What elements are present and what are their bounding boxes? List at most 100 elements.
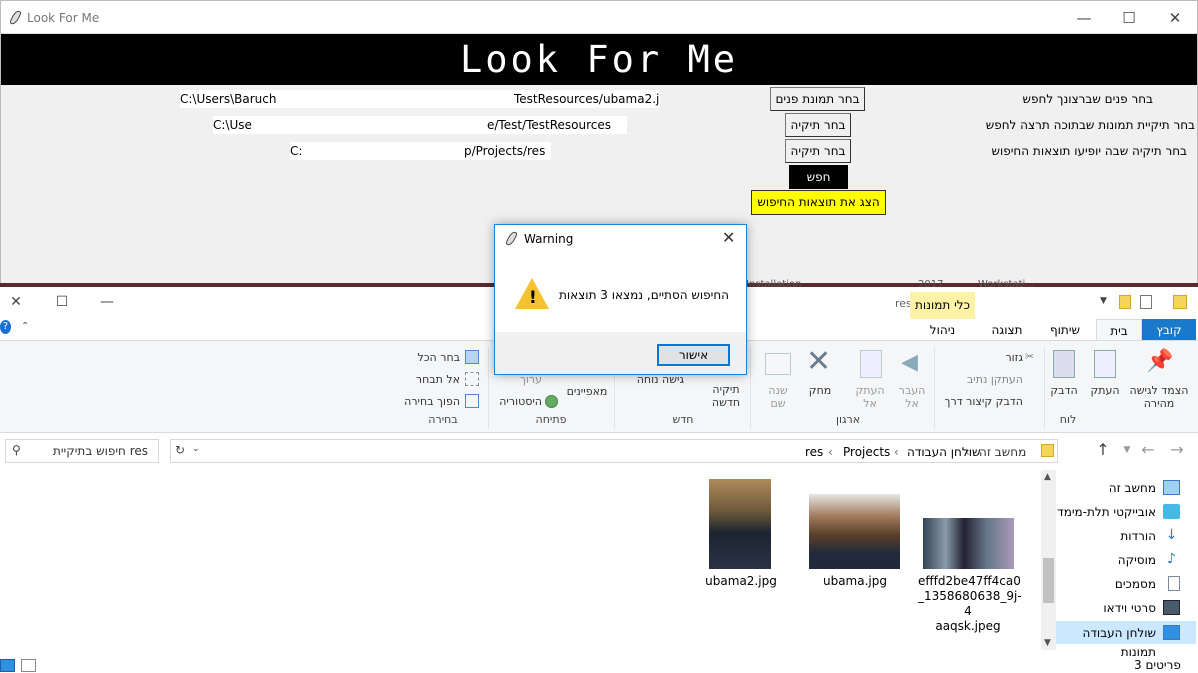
path-end: e/Test/TestResources [487, 118, 612, 132]
rename-icon[interactable] [765, 353, 791, 375]
select-all-button[interactable]: בחר הכל [410, 351, 460, 364]
paste-button[interactable]: הדבק [1048, 384, 1080, 397]
file-name[interactable]: ubama.jpg [812, 574, 898, 589]
breadcrumb-projects[interactable]: Projects [843, 445, 890, 459]
choose-face-button[interactable]: בחר תמונת פנים [770, 87, 865, 111]
copy-button[interactable]: העתק [1088, 384, 1122, 397]
dialog-close-button[interactable]: ✕ [722, 228, 735, 247]
refresh-icon[interactable]: ↻ [175, 443, 185, 457]
status-bar: 3 פריטים [0, 658, 1198, 673]
choose-results-folder-label: בחר תיקיה שבה יופיעו תוצאות החיפוש [991, 144, 1187, 158]
nav-this-pc[interactable]: מחשב זה [1109, 477, 1180, 499]
nav-desktop[interactable]: שולחן העבודה [1083, 622, 1180, 644]
collapse-ribbon-icon[interactable]: ⌃ [21, 321, 29, 332]
back-button[interactable]: → [1166, 437, 1188, 463]
cube-icon [1163, 504, 1180, 519]
help-icon[interactable]: ? [0, 320, 11, 334]
chevron-down-icon[interactable]: ⌄ [192, 444, 200, 454]
nav-music[interactable]: מוסיקה ♪ [1118, 549, 1176, 571]
copy-to-button[interactable]: העתק אל [853, 384, 887, 410]
close-button[interactable]: ✕ [4, 291, 28, 313]
breadcrumb-res[interactable]: res [805, 445, 823, 459]
tab-view[interactable]: תצוגה [980, 319, 1034, 341]
select-group-label: בחירה [428, 413, 458, 426]
properties-icon[interactable] [1140, 295, 1152, 309]
tab-manage[interactable]: ניהול [915, 319, 970, 341]
tab-share[interactable]: שיתוף [1040, 319, 1090, 341]
select-none-icon [465, 372, 479, 386]
scrollbar-thumb[interactable] [1043, 558, 1054, 603]
nav-downloads[interactable]: הורדות ↓ [1120, 525, 1177, 547]
choose-face-label: בחר פנים שברצונך לחפש [1022, 92, 1153, 106]
minimize-button[interactable]: — [1072, 7, 1096, 29]
file-name[interactable]: ubama2.jpg [700, 574, 782, 589]
delete-icon[interactable]: ✕ [806, 347, 834, 377]
nav-scrollbar[interactable]: ▲ ▼ [1041, 470, 1056, 650]
path-end: TestResources/ubama2.jpg [514, 92, 660, 106]
maximize-button[interactable]: ☐ [1117, 7, 1141, 29]
thumbnail-image[interactable] [809, 494, 900, 569]
show-results-button[interactable]: הצג את תוצאות החיפוש [751, 190, 886, 215]
breadcrumb-this-pc[interactable]: מחשב זה [979, 445, 1026, 459]
download-icon: ↓ [1165, 527, 1178, 543]
copy-to-icon[interactable] [860, 350, 882, 378]
choose-results-folder-button[interactable]: בחר תיקיה [785, 139, 851, 163]
thumbnail-image[interactable] [709, 479, 771, 569]
pin-quick-access-button[interactable]: הצמד לגישה מהירה [1128, 384, 1190, 410]
new-folder-button[interactable]: תיקיה חדשה [705, 383, 747, 409]
paste-icon[interactable] [1053, 350, 1075, 378]
address-bar[interactable]: ↻ ⌄ מחשב זה ‹ שולחן העבודה ‹ Projects ‹ … [170, 439, 1058, 463]
file-name[interactable]: efffd2be47ff4ca0 _1358680638_9j-4 aaqsk.… [918, 574, 1022, 634]
dialog-footer: אישור [495, 332, 746, 374]
thumbnail-image[interactable] [923, 518, 1014, 569]
chevron-down-icon[interactable]: ▼ [1100, 296, 1107, 306]
copy-icon[interactable] [1094, 350, 1116, 378]
music-icon: ♪ [1167, 551, 1176, 567]
move-to-button[interactable]: העבר אל [895, 384, 929, 410]
divider [750, 347, 751, 429]
organize-group-label: ארגון [835, 413, 861, 426]
open-group-label: פתיחה [535, 413, 567, 426]
search-placeholder: חיפוש בתיקיית res [52, 444, 148, 458]
tab-home[interactable]: בית [1096, 319, 1142, 342]
rename-button[interactable]: שנה שם [762, 384, 794, 410]
history-button[interactable]: היסטוריה [496, 395, 542, 408]
computer-icon [1163, 480, 1180, 495]
ok-button[interactable]: אישור [657, 344, 730, 366]
cut-button[interactable]: גזור [985, 351, 1023, 364]
forward-button[interactable]: ← [1137, 437, 1159, 463]
pin-icon[interactable]: 📌 [1146, 349, 1173, 377]
folder-icon[interactable] [1119, 295, 1131, 309]
nav-documents[interactable]: מסמכים [1115, 573, 1180, 595]
close-button[interactable]: ✕ [1163, 7, 1187, 29]
properties-button[interactable]: מאפיינים [565, 385, 609, 398]
large-icons-view-icon[interactable] [21, 659, 36, 672]
recent-locations-button[interactable]: ▼ [1116, 437, 1138, 463]
path-start: C:\Use [213, 118, 252, 132]
breadcrumb-desktop[interactable]: שולחן העבודה [907, 445, 980, 459]
search-button[interactable]: חפש [789, 165, 848, 189]
divider [934, 347, 935, 429]
select-none-button[interactable]: אל תבחר [410, 373, 460, 386]
invert-selection-button[interactable]: הפוך בחירה [400, 395, 460, 408]
move-to-icon[interactable]: ◀ [901, 350, 925, 378]
nav-pictures[interactable]: תמונות [1121, 646, 1156, 656]
desktop-icon [1163, 625, 1180, 640]
folder-icon [1173, 295, 1187, 309]
copy-path-button[interactable]: העתקן נתיב [955, 373, 1023, 386]
paste-shortcut-button[interactable]: הדבק קיצור דרך [940, 395, 1023, 408]
delete-button[interactable]: מחק [803, 384, 837, 397]
nav-videos[interactable]: סרטי וידאו [1103, 597, 1180, 619]
tab-file[interactable]: קובץ [1142, 319, 1196, 341]
invert-selection-icon [465, 394, 479, 408]
nav-3d-objects[interactable]: אובייקטי תלת-מימד [1057, 501, 1180, 523]
picture-tools-tab[interactable]: כלי תמונות [910, 292, 975, 319]
title-bar: Look For Me — ☐ ✕ [1, 1, 1197, 34]
choose-images-folder-button[interactable]: בחר תיקיה [785, 113, 851, 137]
minimize-button[interactable]: — [95, 291, 119, 313]
up-button[interactable]: ↑ [1092, 437, 1114, 463]
folder-icon [1041, 444, 1054, 457]
details-view-icon[interactable] [0, 659, 15, 672]
maximize-button[interactable]: ☐ [50, 291, 74, 313]
search-box[interactable]: ⚲ חיפוש בתיקיית res [5, 439, 159, 463]
